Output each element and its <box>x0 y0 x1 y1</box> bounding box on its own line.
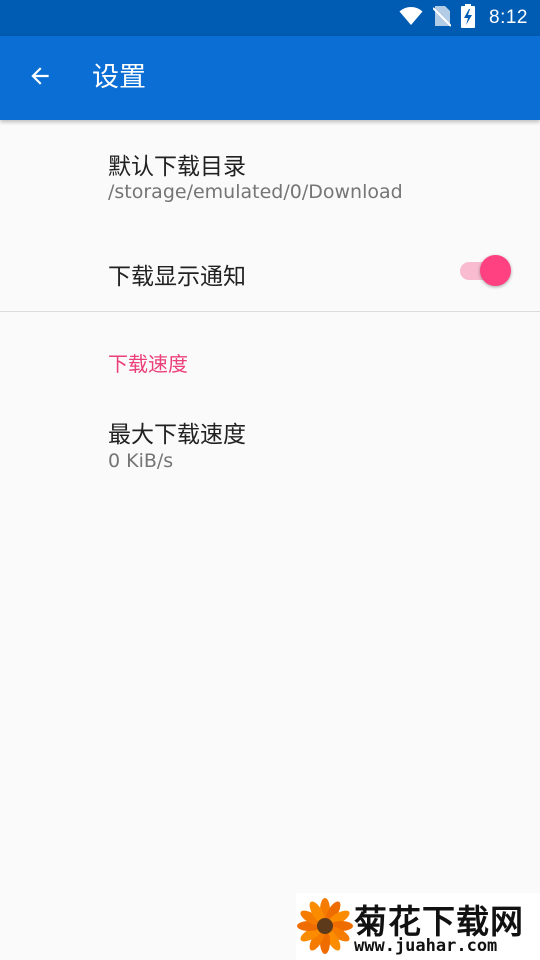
flower-logo-icon <box>296 897 354 959</box>
arrow-back-icon <box>27 63 53 93</box>
status-icons: 8:12 <box>399 0 528 36</box>
category-download-speed: 下载速度 <box>108 352 188 376</box>
pref-download-directory-summary: /storage/emulated/0/Download <box>108 181 403 203</box>
battery-charging-icon <box>461 4 476 32</box>
pref-download-notification-title: 下载显示通知 <box>108 264 246 290</box>
page-title: 设置 <box>92 62 146 93</box>
wifi-icon <box>399 6 423 30</box>
status-time: 8:12 <box>489 7 528 28</box>
no-sim-icon <box>432 5 452 31</box>
pref-max-download-speed-summary: 0 KiB/s <box>108 450 174 472</box>
divider <box>0 311 540 312</box>
watermark-url: www.juahar.com <box>354 936 498 956</box>
pref-max-download-speed[interactable]: 最大下载速度 0 KiB/s <box>0 392 540 488</box>
pref-download-directory[interactable]: 默认下载目录 /storage/emulated/0/Download <box>0 122 540 218</box>
pref-max-download-speed-title: 最大下载速度 <box>108 422 246 448</box>
watermark: 菊花下载网 www.juahar.com <box>296 893 540 960</box>
toggle-thumb <box>480 255 511 286</box>
status-bar: 8:12 <box>0 0 540 36</box>
notification-toggle[interactable] <box>458 254 514 288</box>
pref-download-directory-title: 默认下载目录 <box>108 154 246 180</box>
back-button[interactable] <box>20 58 60 98</box>
app-bar: 设置 <box>0 36 540 120</box>
